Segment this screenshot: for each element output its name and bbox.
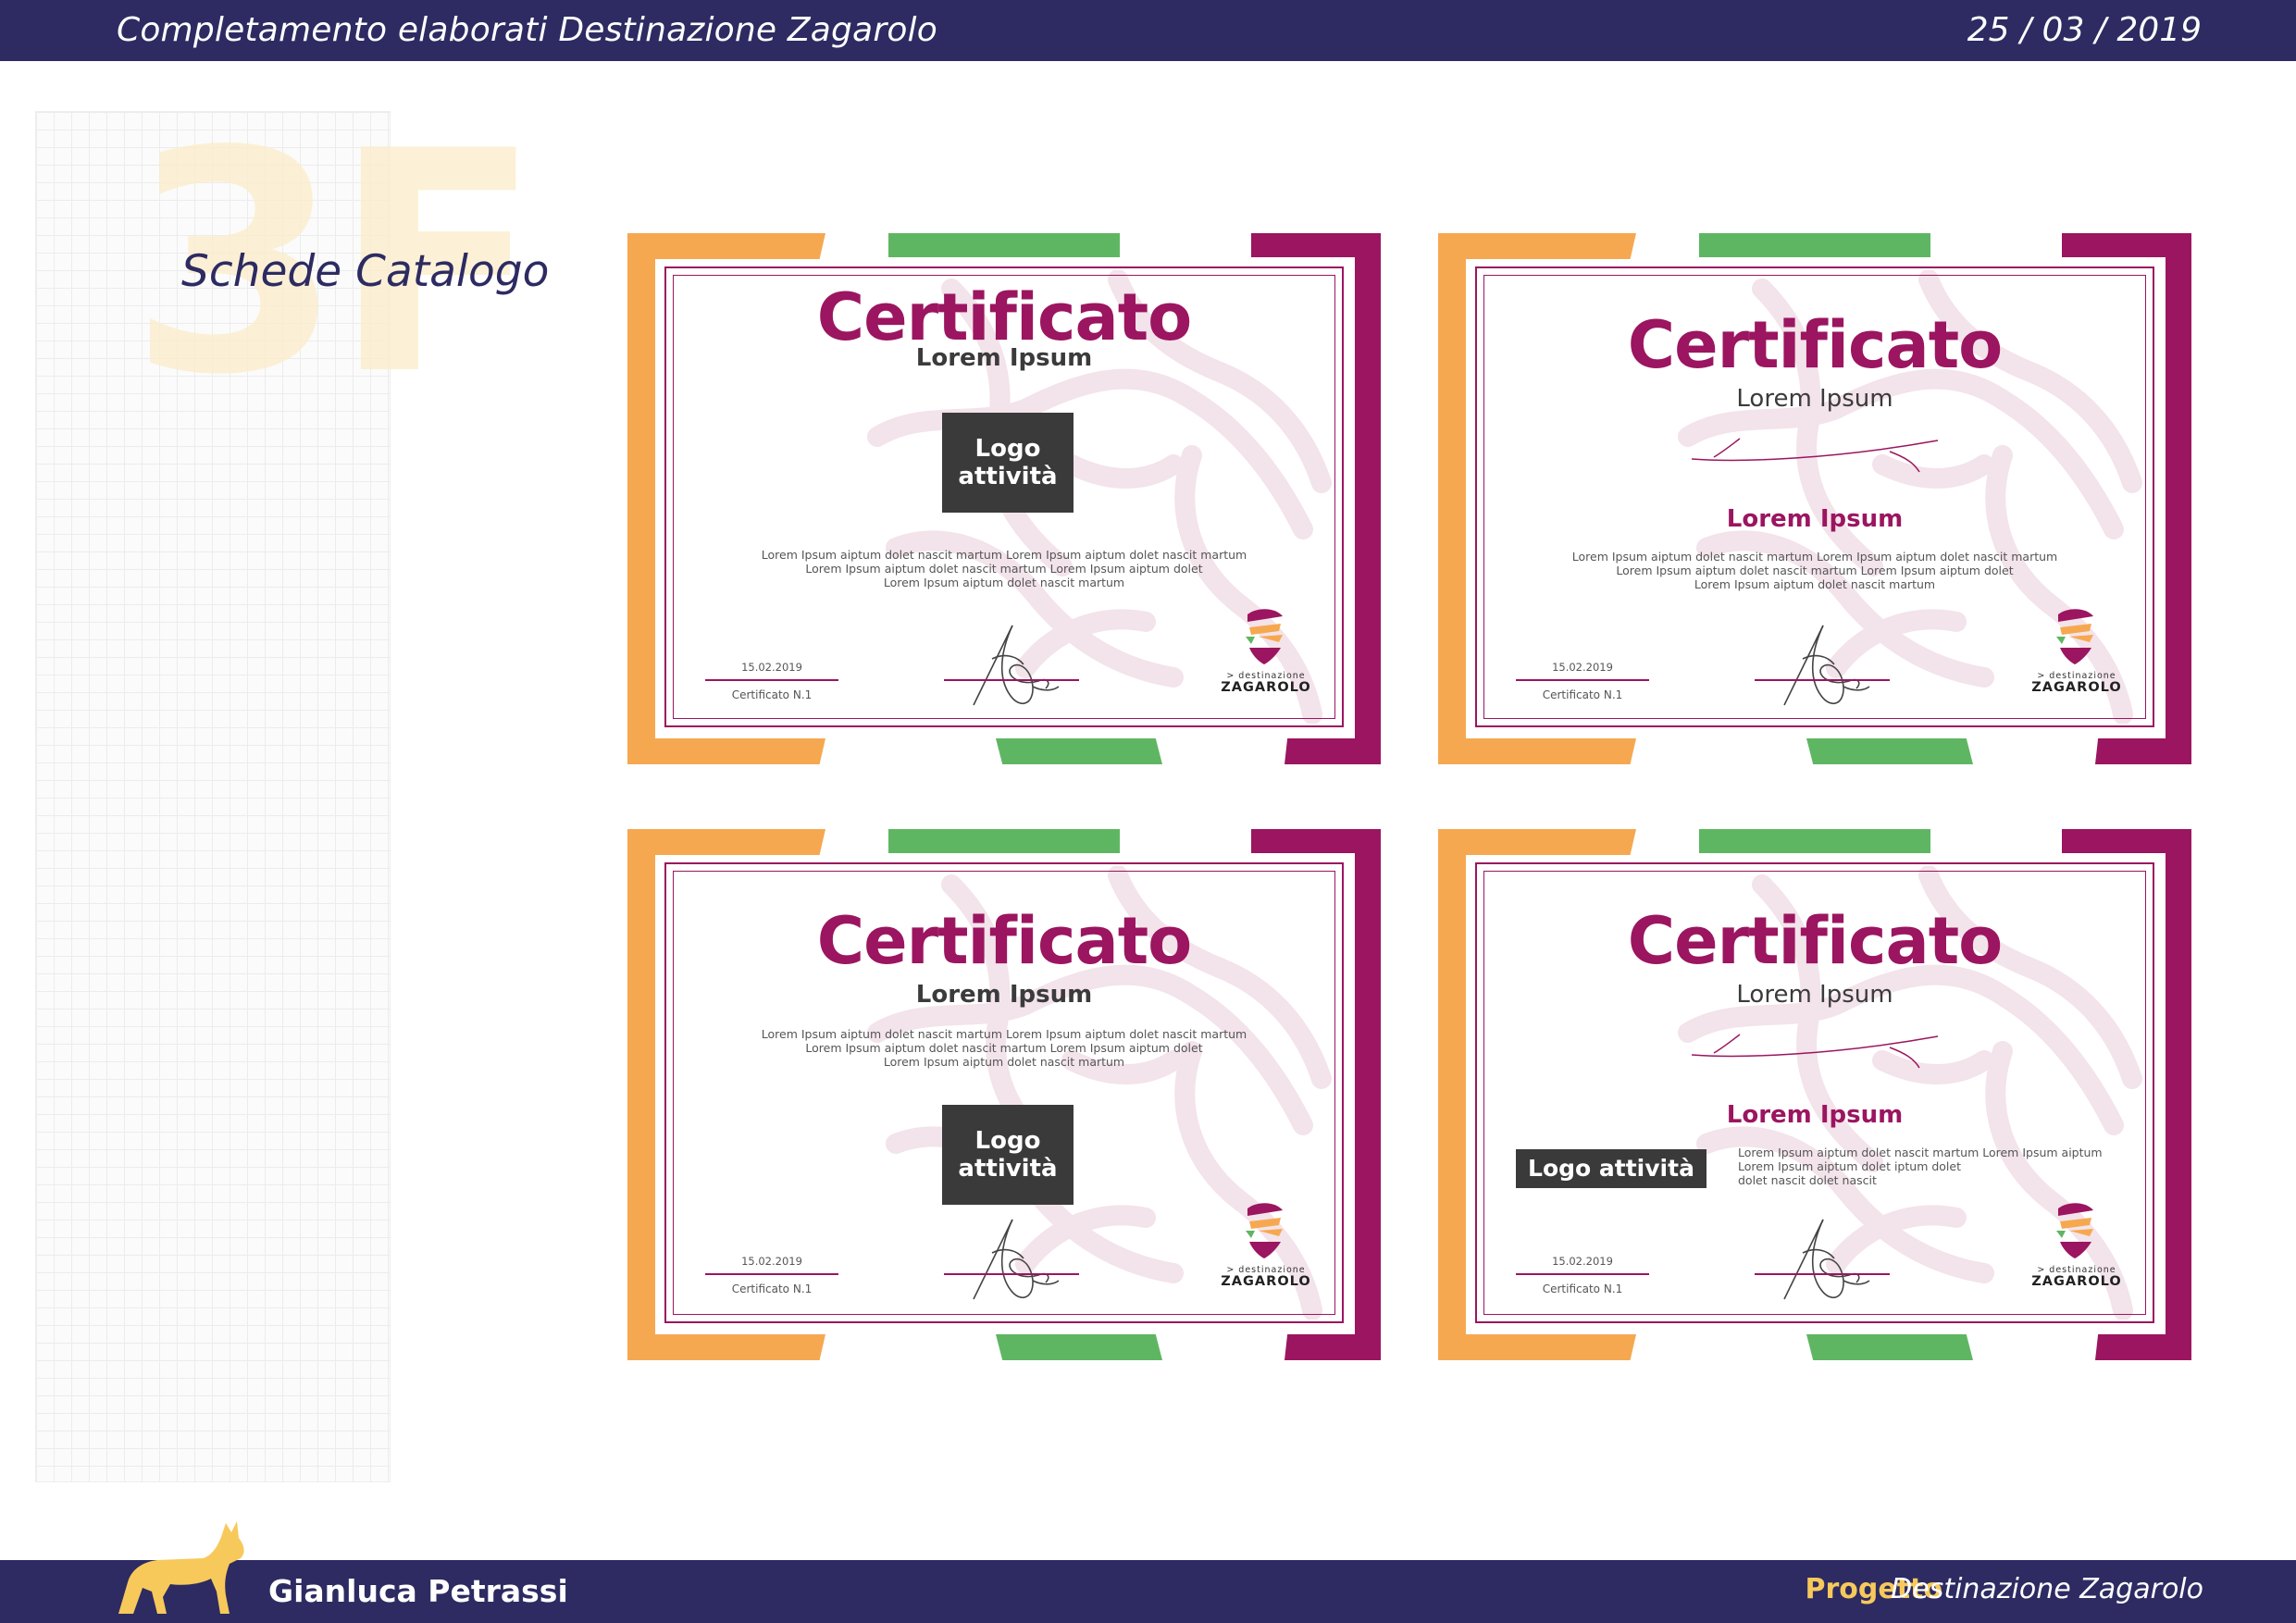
certificate-date: 15.02.2019 xyxy=(741,661,802,674)
certificate-subtitle: Lorem Ipsum xyxy=(915,344,1093,372)
destinazione-zagarolo-logo-icon xyxy=(2053,1203,2097,1258)
certificate-card-3: Certificato Lorem Ipsum Lorem Ipsum aipt… xyxy=(627,829,1381,1360)
wolf-logo-icon xyxy=(118,1521,244,1614)
certificate-body: Lorem Ipsum aiptum dolet nascit martum L… xyxy=(761,1027,1247,1069)
certificate-body: Lorem Ipsum aiptum dolet nascit martum L… xyxy=(1571,550,2058,591)
recipient-name: Lorem Ipsum xyxy=(1726,1101,1904,1129)
certificate-title: Certificato xyxy=(1627,307,2004,383)
header-bar: Completamento elaborati Destinazione Zag… xyxy=(0,0,2296,61)
certificate-subtitle: Lorem Ipsum xyxy=(915,981,1093,1009)
certificate-title: Certificato xyxy=(816,903,1193,979)
certificate-number: Certificato N.1 xyxy=(731,1282,813,1295)
certificate-number: Certificato N.1 xyxy=(731,688,813,701)
signature-icon xyxy=(1766,613,1886,714)
certificate-title: Certificato xyxy=(1627,903,2004,979)
recipient-name: Lorem Ipsum xyxy=(1726,505,1904,533)
certificate-number: Certificato N.1 xyxy=(1542,1282,1623,1295)
document-date: 25 / 03 / 2019 xyxy=(1967,11,2202,49)
certificate-card-1: Certificato Lorem Ipsum Logo attività Lor… xyxy=(627,233,1381,764)
document-title: Completamento elaborati Destinazione Zag… xyxy=(117,11,937,49)
destinazione-zagarolo-logo-icon xyxy=(1242,1203,1286,1258)
signature-icon xyxy=(955,613,1075,714)
destinazione-zagarolo-logo-icon xyxy=(2053,609,2097,664)
certificate-body: Lorem Ipsum aiptum dolet nascit martum L… xyxy=(761,548,1247,589)
section-title: Schede Catalogo xyxy=(181,246,550,297)
certificate-body: Lorem Ipsum aiptum dolet nascit martum L… xyxy=(1738,1146,2103,1187)
brand-name: ZAGAROLO xyxy=(1221,1274,1311,1289)
author-name: Gianluca Petrassi xyxy=(268,1573,568,1609)
certificate-number: Certificato N.1 xyxy=(1542,688,1623,701)
brand-name: ZAGAROLO xyxy=(1221,680,1311,695)
project-name: Destinazione Zagarolo xyxy=(1891,1573,2203,1605)
signature-icon xyxy=(1766,1207,1886,1308)
certificate-card-2: Certificato Lorem Ipsum Lorem Ipsum Lore… xyxy=(1438,233,2191,764)
certificate-date: 15.02.2019 xyxy=(1552,1255,1613,1268)
destinazione-zagarolo-logo-icon xyxy=(1242,609,1286,664)
certificate-date: 15.02.2019 xyxy=(741,1255,802,1268)
activity-logo-placeholder: Logo attività xyxy=(942,1105,1074,1205)
activity-logo-placeholder: Logo attività xyxy=(942,413,1074,513)
certificate-card-4: Certificato Lorem Ipsum Lorem Ipsum Logo… xyxy=(1438,829,2191,1360)
brand-name: ZAGAROLO xyxy=(2031,1274,2122,1289)
certificate-subtitle: Lorem Ipsum xyxy=(1736,385,1893,413)
decorative-swoosh-icon xyxy=(1686,1027,1945,1073)
signature-icon xyxy=(955,1207,1075,1308)
certificate-date: 15.02.2019 xyxy=(1552,661,1613,674)
footer-bar: Gianluca Petrassi Progetto Destinazione … xyxy=(0,1560,2296,1623)
certificate-subtitle: Lorem Ipsum xyxy=(1736,981,1893,1009)
decorative-swoosh-icon xyxy=(1686,431,1945,477)
brand-name: ZAGAROLO xyxy=(2031,680,2122,695)
activity-logo-placeholder: Logo attività xyxy=(1516,1149,1706,1188)
